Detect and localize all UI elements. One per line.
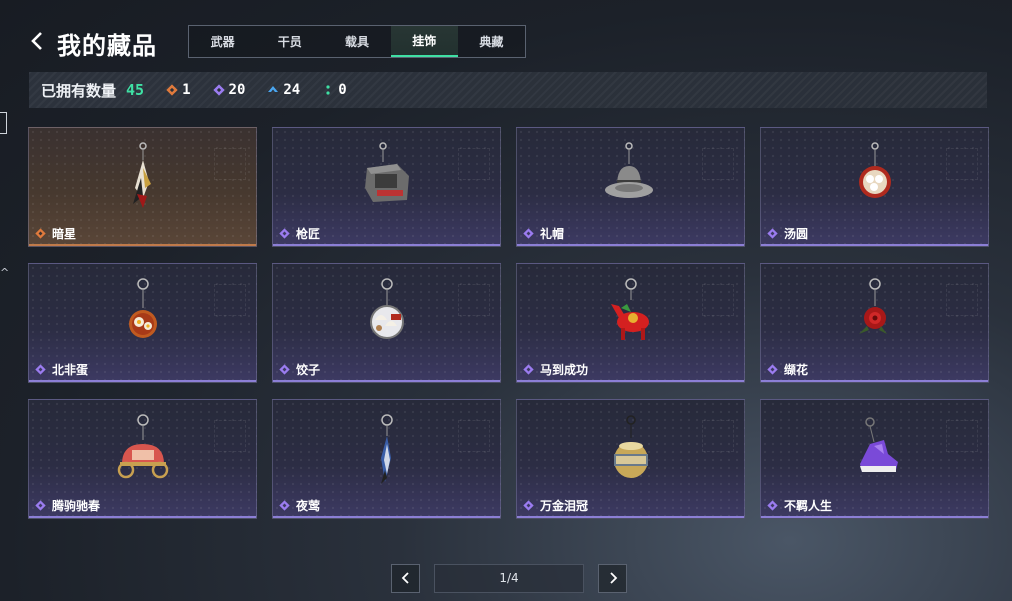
rarity-count-orange: 1 — [166, 82, 191, 98]
prev-page-button[interactable] — [391, 563, 420, 593]
dumpling-charm-icon — [273, 264, 500, 364]
charm-name: 腾驹驰春 — [35, 497, 100, 514]
charm-grid: 暗星 枪匠 礼帽 汤圆 北非蛋 饺子 马到成功 缬花 腾驹驰春 夜莺 万金泪冠 … — [28, 127, 989, 520]
charm-name: 枪匠 — [279, 225, 320, 242]
charm-name: 万金泪冠 — [523, 497, 588, 514]
page-indicator: 1/4 — [434, 563, 584, 593]
charm-name: 马到成功 — [523, 361, 588, 378]
charm-card[interactable]: 不羁人生 — [760, 399, 989, 519]
carriage-charm-icon — [29, 400, 256, 500]
owned-count-label: 已拥有数量 — [41, 81, 117, 100]
charm-card[interactable]: 北非蛋 — [28, 263, 257, 383]
owned-summary-bar: 已拥有数量 45 1 20 24 0 — [29, 72, 987, 108]
tab-collection[interactable]: 典藏 — [458, 26, 525, 57]
sneaker-charm-icon — [761, 400, 988, 500]
charm-card[interactable]: 万金泪冠 — [516, 399, 745, 519]
tangyuan-charm-icon — [761, 128, 988, 228]
horse-charm-icon — [517, 264, 744, 364]
chevron-up-icon[interactable]: ^ — [0, 266, 9, 279]
purple-rarity-icon — [35, 364, 46, 375]
charm-name: 暗星 — [35, 225, 76, 242]
charm-name: 礼帽 — [523, 225, 564, 242]
next-page-button[interactable] — [598, 563, 627, 593]
crown-charm-icon — [517, 400, 744, 500]
green-rarity-icon — [326, 85, 330, 95]
blue-rarity-icon — [268, 86, 279, 92]
back-icon[interactable] — [30, 30, 50, 52]
charm-card[interactable]: 腾驹驰春 — [28, 399, 257, 519]
orange-rarity-icon — [35, 228, 46, 239]
page-title: 我的藏品 — [57, 32, 157, 60]
purple-rarity-icon — [523, 500, 534, 511]
charm-card[interactable]: 马到成功 — [516, 263, 745, 383]
side-edge-marker — [0, 112, 7, 134]
purple-rarity-icon — [523, 228, 534, 239]
charm-name: 饺子 — [279, 361, 320, 378]
charm-card[interactable]: 夜莺 — [272, 399, 501, 519]
gunsmith-charm-icon — [273, 128, 500, 228]
top-hat-charm-icon — [517, 128, 744, 228]
rarity-count-purple: 20 — [212, 82, 245, 98]
charm-card[interactable]: 缬花 — [760, 263, 989, 383]
shakshuka-charm-icon — [29, 264, 256, 364]
owned-count-total: 45 — [126, 81, 145, 99]
chevron-left-icon — [401, 572, 409, 584]
tab-vehicles[interactable]: 载具 — [323, 26, 390, 57]
rarity-count-blue: 24 — [267, 82, 300, 98]
tab-weapons[interactable]: 武器 — [189, 26, 256, 57]
nightingale-charm-icon — [273, 400, 500, 500]
purple-rarity-icon — [212, 84, 225, 96]
tab-charms[interactable]: 挂饰 — [390, 26, 458, 57]
purple-rarity-icon — [279, 500, 290, 511]
orange-rarity-icon — [166, 84, 178, 96]
chevron-right-icon — [609, 572, 617, 584]
charm-card[interactable]: 暗星 — [28, 127, 257, 247]
charm-name: 北非蛋 — [35, 361, 88, 378]
purple-rarity-icon — [279, 364, 290, 375]
charm-card[interactable]: 礼帽 — [516, 127, 745, 247]
flower-charm-icon — [761, 264, 988, 364]
pagination: 1/4 — [391, 563, 627, 593]
purple-rarity-icon — [767, 500, 778, 511]
purple-rarity-icon — [767, 364, 778, 375]
charm-name: 汤圆 — [767, 225, 808, 242]
purple-rarity-icon — [279, 228, 290, 239]
charm-card[interactable]: 枪匠 — [272, 127, 501, 247]
purple-rarity-icon — [35, 500, 46, 511]
charm-name: 缬花 — [767, 361, 808, 378]
charm-name: 不羁人生 — [767, 497, 832, 514]
charm-name: 夜莺 — [279, 497, 320, 514]
category-tabs: 武器 干员 载具 挂饰 典藏 — [188, 25, 526, 58]
dark-star-charm-icon — [29, 128, 256, 228]
purple-rarity-icon — [523, 364, 534, 375]
rarity-count-green: 0 — [322, 82, 347, 98]
purple-rarity-icon — [767, 228, 778, 239]
charm-card[interactable]: 汤圆 — [760, 127, 989, 247]
tab-operators[interactable]: 干员 — [256, 26, 323, 57]
charm-card[interactable]: 饺子 — [272, 263, 501, 383]
